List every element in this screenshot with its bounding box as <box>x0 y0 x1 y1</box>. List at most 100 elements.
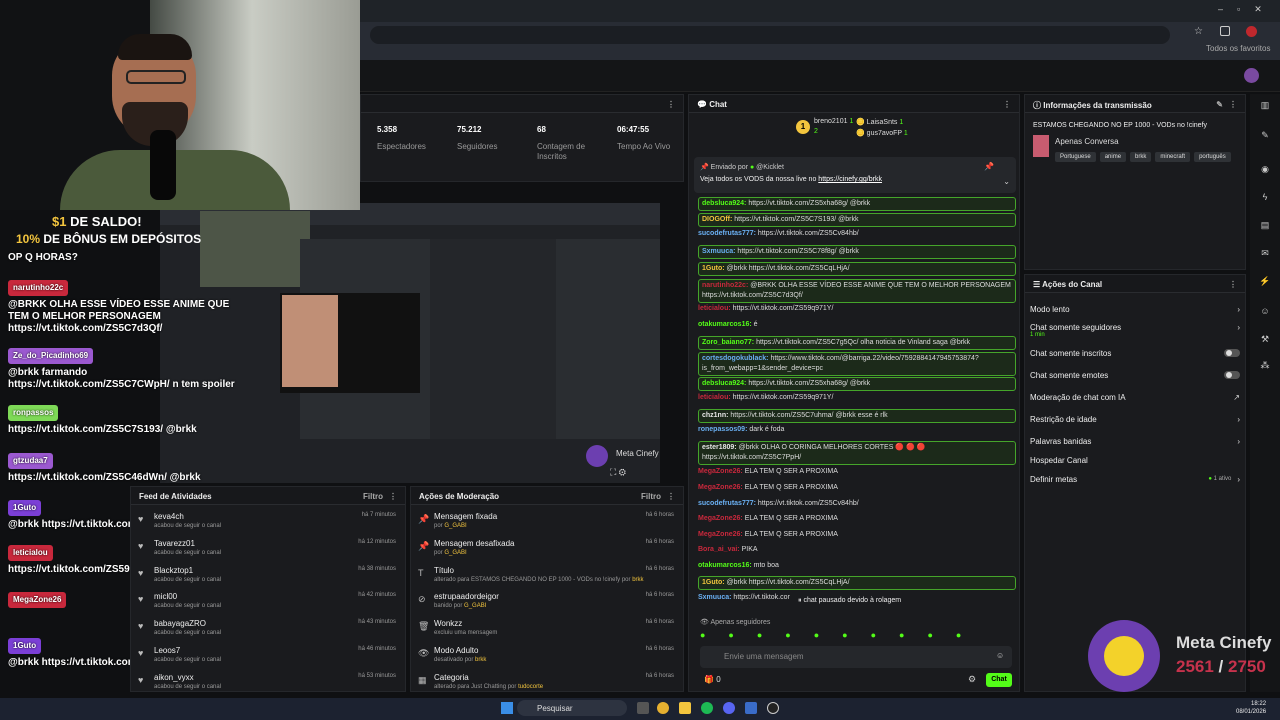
user-icon[interactable]: ☺ <box>1258 306 1272 320</box>
chat-input[interactable]: Envie uma mensagem <box>700 646 1012 668</box>
chat-message[interactable]: debsluca924: https://vt.tiktok.com/ZS5xh… <box>698 197 1016 211</box>
chat-message[interactable]: sucodefrutas777: https://vt.tiktok.com/Z… <box>698 229 1016 239</box>
chat-username[interactable]: sucodefrutas777: <box>698 500 756 507</box>
chat-message[interactable]: narutinho22c: @BRKK OLHA ESSE VÍDEO ESSE… <box>698 279 1016 303</box>
chat-message[interactable]: MegaZone26: ELA TEM Q SER A PROXIMA <box>698 514 1016 524</box>
chat-message[interactable]: MegaZone26: ELA TEM Q SER A PROXIMA <box>698 467 1016 477</box>
chat-message[interactable]: leticialou: https://vt.tiktok.com/ZS59q9… <box>698 393 1016 403</box>
taskbar-search[interactable]: Pesquisar <box>517 700 627 716</box>
chat-message[interactable]: otakumarcos16: mto boa <box>698 561 1016 571</box>
chat-username[interactable]: debsluca924: <box>702 380 746 387</box>
discord-icon[interactable] <box>723 702 735 714</box>
chat-icon[interactable]: ✉ <box>1258 248 1272 262</box>
tag[interactable]: minecraft <box>1155 152 1191 162</box>
camera-icon[interactable]: ◉ <box>1258 164 1272 178</box>
pinned-link[interactable]: https://cinefy.gg/brkk <box>818 176 882 183</box>
chat-paused-banner[interactable]: ⏸ chat pausado devido à rolagem <box>790 593 930 609</box>
chat-username[interactable]: cortesdogokublack: <box>702 355 769 362</box>
chat-message[interactable]: MegaZone26: ELA TEM Q SER A PROXIMA <box>698 530 1016 540</box>
toggle-switch[interactable] <box>1224 349 1240 357</box>
chat-username[interactable]: MegaZone26: <box>698 515 743 522</box>
mod-item[interactable]: 📌 Mensagem desafixada por G_GABI há 6 horas <box>416 539 680 556</box>
send-chat-button[interactable]: Chat <box>986 673 1012 687</box>
window-controls[interactable]: –▫✕ <box>1218 4 1276 15</box>
plugin-icon[interactable]: ⚡ <box>1258 276 1272 290</box>
chat-message[interactable]: 1Guto: @brkk https://vt.tiktok.com/ZS5Cq… <box>698 576 1016 590</box>
chat-message[interactable]: Bora_ai_vai: PIKA <box>698 545 1016 555</box>
toggle-switch[interactable] <box>1224 371 1240 379</box>
action-age-restriction[interactable]: Restrição de idade › <box>1030 415 1240 424</box>
gear-icon[interactable]: ⚙ <box>968 674 976 685</box>
chat-username[interactable]: Sxmuuca: <box>702 248 735 255</box>
chat-username[interactable]: MegaZone26: <box>698 468 743 475</box>
feed-item[interactable]: ♥ Tavarezz01 acabou de seguir o canal há 12… <box>136 539 402 556</box>
chat-message[interactable]: MegaZone26: ELA TEM Q SER A PROXIMA <box>698 483 1016 493</box>
extensions-icon[interactable] <box>1220 26 1230 36</box>
chat-username[interactable]: Bora_ai_vai: <box>698 546 740 553</box>
action-banned-words[interactable]: Palavras banidas › <box>1030 437 1240 446</box>
action-ai-moderation[interactable]: Moderação de chat com IA ↗ <box>1030 393 1240 402</box>
app-icon[interactable] <box>745 702 757 714</box>
feed-item[interactable]: ♥ keva4ch acabou de seguir o canal há 7 min… <box>136 512 402 529</box>
chat-message[interactable]: Sxmuuca: https://vt.tiktok.com/ZS5C78f8g… <box>698 245 1016 259</box>
chat-username[interactable]: ester1809: <box>702 444 737 451</box>
feed-filter[interactable]: Filtro <box>363 492 383 501</box>
chat-message[interactable]: leticialou: https://vt.tiktok.com/ZS59q9… <box>698 304 1016 314</box>
apps-icon[interactable]: ⁂ <box>1258 360 1272 374</box>
chat-username[interactable]: otakumarcos16: <box>698 562 752 569</box>
chat-username[interactable]: Sxmuuca: <box>698 594 731 601</box>
category-name[interactable]: Apenas Conversa <box>1055 137 1119 146</box>
document-icon[interactable]: ▤ <box>1258 220 1272 234</box>
chat-message[interactable]: chz1nn: https://vt.tiktok.com/ZS5C7uhma/… <box>698 409 1016 423</box>
feed-item[interactable]: ♥ babayagaZRO acabou de seguir o canal há 4… <box>136 619 402 636</box>
pinned-message[interactable]: 📌 Enviado por ● @Kicklet Veja todos os V… <box>694 157 1016 193</box>
chat-username[interactable]: leticialou: <box>698 305 731 312</box>
chat-username[interactable]: otakumarcos16: <box>698 321 752 328</box>
fullscreen-icon[interactable]: ⛶ ⚙ <box>610 467 626 478</box>
chat-username[interactable]: MegaZone26: <box>698 484 743 491</box>
edit-icon[interactable]: ✎ <box>1216 100 1223 109</box>
spotify-icon[interactable] <box>701 702 713 714</box>
bookmarks-label[interactable]: Todos os favoritos <box>1206 44 1270 53</box>
chat-username[interactable]: chz1nn: <box>702 412 728 419</box>
mod-filter[interactable]: Filtro <box>641 492 661 501</box>
mod-item[interactable]: ▦ Categoria alterado para Just Chatting po… <box>416 673 680 690</box>
profile-icon[interactable] <box>1246 26 1257 37</box>
chat-username[interactable]: 1Guto: <box>702 265 725 272</box>
action-followers-only[interactable]: Chat somente seguidores › 1 min <box>1030 323 1240 338</box>
action-set-goals[interactable]: Definir metas › ● 1 ativo <box>1030 475 1240 484</box>
obs-icon[interactable] <box>767 702 779 714</box>
emoji-icon[interactable]: ☺ <box>996 651 1004 660</box>
pin-icon[interactable]: 📌 <box>984 162 994 171</box>
top-user-1[interactable]: breno2101 1 <box>814 118 853 125</box>
chevron-down-icon[interactable]: ⌄ <box>1003 177 1010 186</box>
kebab-icon[interactable]: ⋮ <box>1229 280 1237 289</box>
task-view-icon[interactable] <box>637 702 649 714</box>
chat-username[interactable]: MegaZone26: <box>698 531 743 538</box>
mod-item[interactable]: T Título alterado para ESTAMOS CHEGANDO NO… <box>416 566 680 583</box>
explorer-icon[interactable] <box>679 702 691 714</box>
chat-username[interactable]: leticialou: <box>698 394 731 401</box>
action-emotes-only[interactable]: Chat somente emotes <box>1030 371 1240 380</box>
action-slow-mode[interactable]: Modo lento › <box>1030 305 1240 314</box>
mod-item[interactable]: ⊘ estrupaadordeigor banido por G_GABI há 6 … <box>416 592 680 609</box>
tag[interactable]: Portuguese <box>1055 152 1096 162</box>
edit-icon[interactable]: ✎ <box>1258 130 1272 144</box>
chat-message[interactable]: cortesdogokublack: https://www.tiktok.co… <box>698 352 1016 376</box>
chat-message[interactable]: DIOGOff: https://vt.tiktok.com/ZS5C7S193… <box>698 213 1016 227</box>
chat-username[interactable]: ronepassos09: <box>698 426 747 433</box>
windows-start-icon[interactable] <box>501 702 513 714</box>
top-user-3[interactable]: 🪙 gus7avoFP 1 <box>856 129 908 137</box>
chat-message[interactable]: Zoro_baiano77: https://vt.tiktok.com/ZS5… <box>698 336 1016 350</box>
chat-username[interactable]: sucodefrutas777: <box>698 230 756 237</box>
tag[interactable]: anime <box>1099 152 1127 162</box>
chat-username[interactable]: DIOGOff: <box>702 216 732 223</box>
tag[interactable]: português <box>1194 152 1231 162</box>
kebab-icon[interactable]: ⋮ <box>389 492 397 501</box>
kebab-icon[interactable]: ⋮ <box>667 100 675 109</box>
chat-username[interactable]: Zoro_baiano77: <box>702 339 754 346</box>
feed-item[interactable]: ♥ Leoos7 acabou de seguir o canal há 46 min… <box>136 646 402 663</box>
chat-message[interactable]: debsluca924: https://vt.tiktok.com/ZS5xh… <box>698 377 1016 391</box>
feed-item[interactable]: ♥ micl00 acabou de seguir o canal há 42 min… <box>136 592 402 609</box>
action-host-channel[interactable]: Hospedar Canal <box>1030 456 1240 465</box>
